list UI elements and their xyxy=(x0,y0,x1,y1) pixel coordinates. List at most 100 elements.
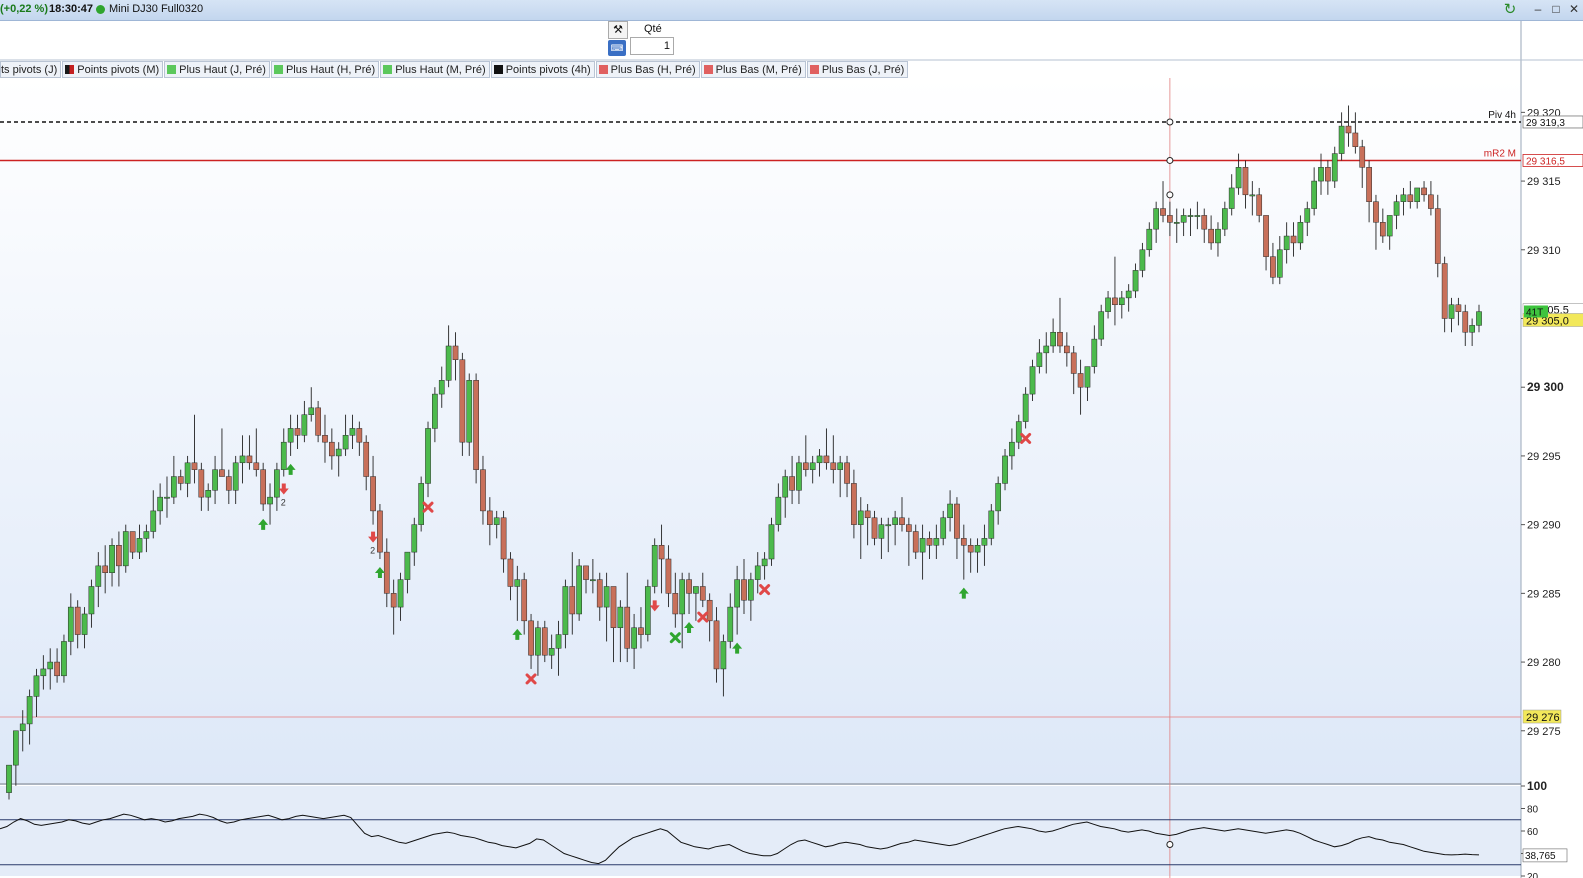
candle-body xyxy=(1421,187,1427,196)
price-tick-label: 29 280 xyxy=(1527,657,1561,669)
candle-body xyxy=(507,558,514,587)
candle-body xyxy=(13,730,19,766)
candle-body xyxy=(1338,125,1345,154)
candle-body xyxy=(411,524,418,553)
indicator-crosshair-point xyxy=(1166,841,1174,848)
candle-body xyxy=(631,627,637,649)
price-tick-label: 29 275 xyxy=(1527,726,1561,738)
candle-body xyxy=(363,441,370,477)
legend-item[interactable]: ts pivots (J) xyxy=(0,61,62,78)
candle-body xyxy=(54,661,60,677)
candle-body xyxy=(1455,304,1462,312)
candle-body xyxy=(741,579,747,601)
minimize-button[interactable]: – xyxy=(1531,1,1545,17)
candle-body xyxy=(370,476,376,512)
candle-body xyxy=(1393,201,1400,216)
candle-body xyxy=(1373,201,1379,223)
legend-swatch xyxy=(383,65,393,74)
candle-body xyxy=(562,586,569,635)
indicator-tick-label: 60 xyxy=(1527,827,1539,838)
candle-body xyxy=(1325,167,1331,182)
candle-body xyxy=(61,641,67,677)
candle-body xyxy=(1112,297,1118,306)
candle-body xyxy=(1366,167,1372,202)
candle-body xyxy=(212,469,218,491)
candle-body xyxy=(603,586,610,608)
legend-label: Points pivots (M) xyxy=(77,63,160,76)
candle-body xyxy=(878,524,885,539)
candle-body xyxy=(1208,228,1214,244)
candle-body xyxy=(301,414,308,436)
candle-body xyxy=(954,503,960,539)
candle-body xyxy=(919,538,926,553)
legend-item[interactable]: Plus Bas (J, Pré) xyxy=(806,61,909,78)
candle-body xyxy=(150,510,157,532)
candle-body xyxy=(672,593,679,615)
candle-body xyxy=(157,496,163,512)
signal-count-label: 2 xyxy=(281,498,286,508)
connection-status-icon xyxy=(96,5,105,14)
legend-item[interactable]: Plus Haut (H, Pré) xyxy=(270,61,380,78)
restore-button[interactable]: □ xyxy=(1549,1,1563,17)
candle-body xyxy=(933,538,940,546)
candle-body xyxy=(775,496,782,525)
candle-body xyxy=(713,620,720,670)
candle-body xyxy=(1434,208,1441,264)
candle-body xyxy=(521,579,528,622)
candle-body xyxy=(260,469,267,505)
candle-body xyxy=(1153,208,1159,230)
keyboard-icon[interactable]: ⌨ xyxy=(608,40,626,56)
legend-item[interactable]: Plus Haut (M, Pré) xyxy=(380,61,490,78)
legend-item[interactable]: Plus Haut (J, Pré) xyxy=(164,61,270,78)
candle-body xyxy=(734,579,740,608)
legend-swatch xyxy=(273,65,283,74)
candle-body xyxy=(383,551,390,594)
candle-body xyxy=(1304,208,1311,223)
level-label: Piv 4h xyxy=(1488,110,1516,121)
candle-body xyxy=(1469,325,1475,333)
close-button[interactable]: ✕ xyxy=(1567,1,1581,17)
candle-body xyxy=(830,462,837,470)
candle-body xyxy=(837,462,844,470)
candle-body xyxy=(535,627,541,656)
bid-marker-label: 41T xyxy=(1526,307,1543,318)
candle-body xyxy=(335,448,342,457)
legend-swatch xyxy=(493,65,503,74)
candle-body xyxy=(67,606,74,642)
candle-body xyxy=(1407,194,1414,202)
candle-body xyxy=(789,476,795,491)
qty-input[interactable]: 1 xyxy=(630,37,674,55)
candle-body xyxy=(1215,228,1221,244)
legend-swatch xyxy=(598,65,608,74)
candle-body xyxy=(761,558,768,567)
legend-label: Plus Bas (M, Pré) xyxy=(715,63,802,76)
candle-body xyxy=(1270,256,1276,278)
candle-body xyxy=(1139,249,1146,271)
legend-item[interactable]: Points pivots (4h) xyxy=(490,61,595,78)
wrench-icon[interactable]: ⚒ xyxy=(608,21,628,39)
legend-item[interactable]: Points pivots (M) xyxy=(62,61,164,78)
legend-swatch xyxy=(809,65,819,74)
price-chart[interactable]: 29 32029 31529 31029 30529 30029 29529 2… xyxy=(0,0,1583,878)
candle-body xyxy=(1146,228,1153,251)
candle-body xyxy=(844,462,850,484)
candle-body xyxy=(748,579,754,601)
candle-body xyxy=(967,545,974,553)
candle-body xyxy=(720,641,727,670)
candle-body xyxy=(1160,208,1166,216)
indicator-legend: ts pivots (J) Points pivots (M) Plus Haut … xyxy=(0,61,909,78)
candle-body xyxy=(823,455,830,464)
candle-body xyxy=(232,462,239,491)
legend-item[interactable]: Plus Bas (M, Pré) xyxy=(700,61,806,78)
candle-body xyxy=(754,565,761,580)
legend-item[interactable]: Plus Bas (H, Pré) xyxy=(595,61,700,78)
candle-body xyxy=(253,462,260,470)
low-mark-label: 29 276 xyxy=(1526,712,1560,724)
candle-body xyxy=(768,524,775,560)
candle-body xyxy=(940,517,947,539)
candle-body xyxy=(665,558,672,594)
instrument-name[interactable]: Mini DJ30 Full0320 xyxy=(109,3,203,15)
candle-body xyxy=(693,586,699,594)
refresh-icon[interactable]: ↻ xyxy=(1500,0,1520,19)
candle-body xyxy=(1002,455,1008,484)
